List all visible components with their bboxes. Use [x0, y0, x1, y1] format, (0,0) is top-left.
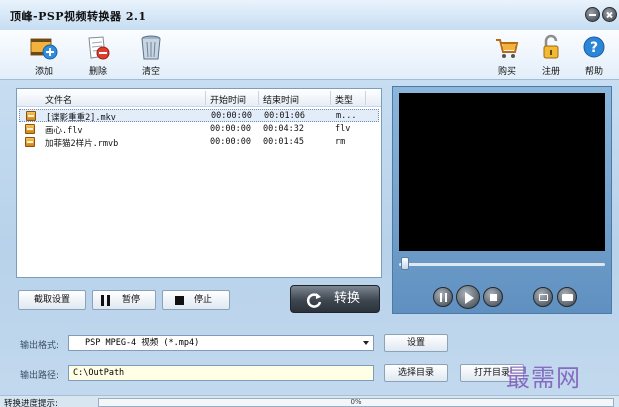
clear-button[interactable]: 清空 — [131, 34, 171, 78]
start-time: 00:00:00 — [211, 111, 252, 121]
seek-bar[interactable] — [399, 263, 605, 266]
capture-settings-button[interactable]: 截取设置 — [18, 290, 86, 310]
output-path-input[interactable]: C:\OutPath — [68, 365, 374, 381]
end-time: 00:04:32 — [263, 124, 304, 134]
video-file-icon — [25, 137, 35, 147]
file-type: rm — [335, 137, 346, 147]
table-row[interactable]: 加菲猫2样片.rmvb 00:00:00 00:01:45 rm — [19, 136, 379, 149]
chevron-down-icon — [363, 341, 369, 345]
video-screen — [399, 93, 605, 251]
seek-thumb[interactable] — [401, 257, 410, 270]
stop-button[interactable]: 停止 — [162, 290, 230, 310]
table-row[interactable]: [谍影重重2].mkv 00:00:00 00:01:06 m... — [19, 109, 379, 123]
toolbar: 添加 删除 清空 购买 注册 ? 帮助 — [0, 30, 619, 80]
video-file-icon — [26, 111, 36, 121]
column-end-time[interactable]: 结束时间 — [263, 93, 299, 106]
delete-button[interactable]: 删除 — [78, 34, 118, 78]
stop-icon — [490, 294, 497, 301]
lock-icon — [536, 34, 566, 62]
progress-label: 转换进度提示: — [4, 399, 58, 407]
pause-icon — [440, 293, 448, 302]
column-filename[interactable]: 文件名 — [45, 93, 72, 106]
app-window: 顶峰-PSP视频转换器 2.1 添加 删除 清空 购买 注册 ? 帮助 文件名 … — [0, 0, 619, 407]
add-button[interactable]: 添加 — [24, 34, 64, 78]
output-path-label: 输出路径: — [20, 371, 60, 381]
video-file-icon — [25, 124, 35, 134]
trash-bin-icon — [136, 34, 166, 62]
folder-icon — [562, 294, 573, 301]
column-type[interactable]: 类型 — [335, 93, 353, 106]
register-label: 注册 — [541, 67, 560, 77]
format-value: PSP MPEG-4 视频 (*.mp4) — [85, 338, 200, 348]
file-name: 加菲猫2样片.rmvb — [45, 139, 119, 149]
progress-bar: 0% — [98, 398, 614, 407]
pause-button[interactable]: 暂停 — [92, 290, 156, 310]
file-name: 画心.flv — [45, 126, 83, 136]
buy-button[interactable]: 购买 — [487, 34, 527, 78]
stop-icon — [175, 296, 184, 305]
player-stop-button[interactable] — [483, 287, 503, 307]
buy-label: 购买 — [497, 67, 516, 77]
delete-doc-icon — [83, 34, 113, 62]
window-title: 顶峰-PSP视频转换器 2.1 — [10, 10, 147, 23]
register-button[interactable]: 注册 — [531, 34, 571, 78]
file-list[interactable]: 文件名 开始时间 结束时间 类型 [谍影重重2].mkv 00:00:00 00… — [16, 88, 382, 278]
file-type: flv — [335, 124, 351, 134]
start-time: 00:00:00 — [210, 137, 251, 147]
output-format-select[interactable]: PSP MPEG-4 视频 (*.mp4) — [68, 335, 374, 351]
camera-icon — [539, 294, 548, 301]
file-type: m... — [336, 111, 357, 121]
snapshot-button[interactable] — [533, 287, 553, 307]
help-button[interactable]: ? 帮助 — [574, 34, 614, 78]
close-button[interactable] — [602, 7, 617, 22]
pause-label: 暂停 — [121, 295, 140, 305]
watermark-text: 最需网 — [506, 364, 581, 392]
start-time: 00:00:00 — [210, 124, 251, 134]
stop-label: 停止 — [193, 295, 212, 305]
help-label: 帮助 — [584, 67, 603, 77]
pause-icon — [101, 295, 111, 306]
end-time: 00:01:45 — [263, 137, 304, 147]
player-pause-button[interactable] — [433, 287, 453, 307]
open-folder-button[interactable] — [557, 287, 577, 307]
choose-directory-button[interactable]: 选择目录 — [384, 364, 448, 382]
output-format-label: 输出格式: — [20, 341, 60, 351]
convert-button[interactable]: 转换 — [290, 285, 380, 313]
column-start-time[interactable]: 开始时间 — [210, 93, 246, 106]
list-header: 文件名 开始时间 结束时间 类型 — [17, 89, 381, 107]
settings-button[interactable]: 设置 — [384, 334, 448, 352]
add-film-icon — [29, 34, 59, 62]
minimize-button[interactable] — [585, 7, 600, 22]
clear-label: 清空 — [141, 67, 160, 77]
shopping-cart-icon — [492, 34, 522, 62]
svg-text:?: ? — [590, 40, 598, 56]
play-icon — [465, 292, 474, 304]
status-bar: 转换进度提示: 0% — [0, 395, 619, 407]
player-play-button[interactable] — [456, 285, 480, 309]
delete-label: 删除 — [88, 67, 107, 77]
table-row[interactable]: 画心.flv 00:00:00 00:04:32 flv — [19, 123, 379, 136]
add-label: 添加 — [34, 67, 53, 77]
video-preview-panel — [392, 86, 612, 314]
title-bar: 顶峰-PSP视频转换器 2.1 — [0, 0, 619, 30]
help-icon: ? — [579, 34, 609, 62]
file-name: [谍影重重2].mkv — [46, 113, 116, 123]
progress-text: 0% — [350, 398, 362, 406]
end-time: 00:01:06 — [264, 111, 305, 121]
refresh-icon — [305, 291, 323, 309]
